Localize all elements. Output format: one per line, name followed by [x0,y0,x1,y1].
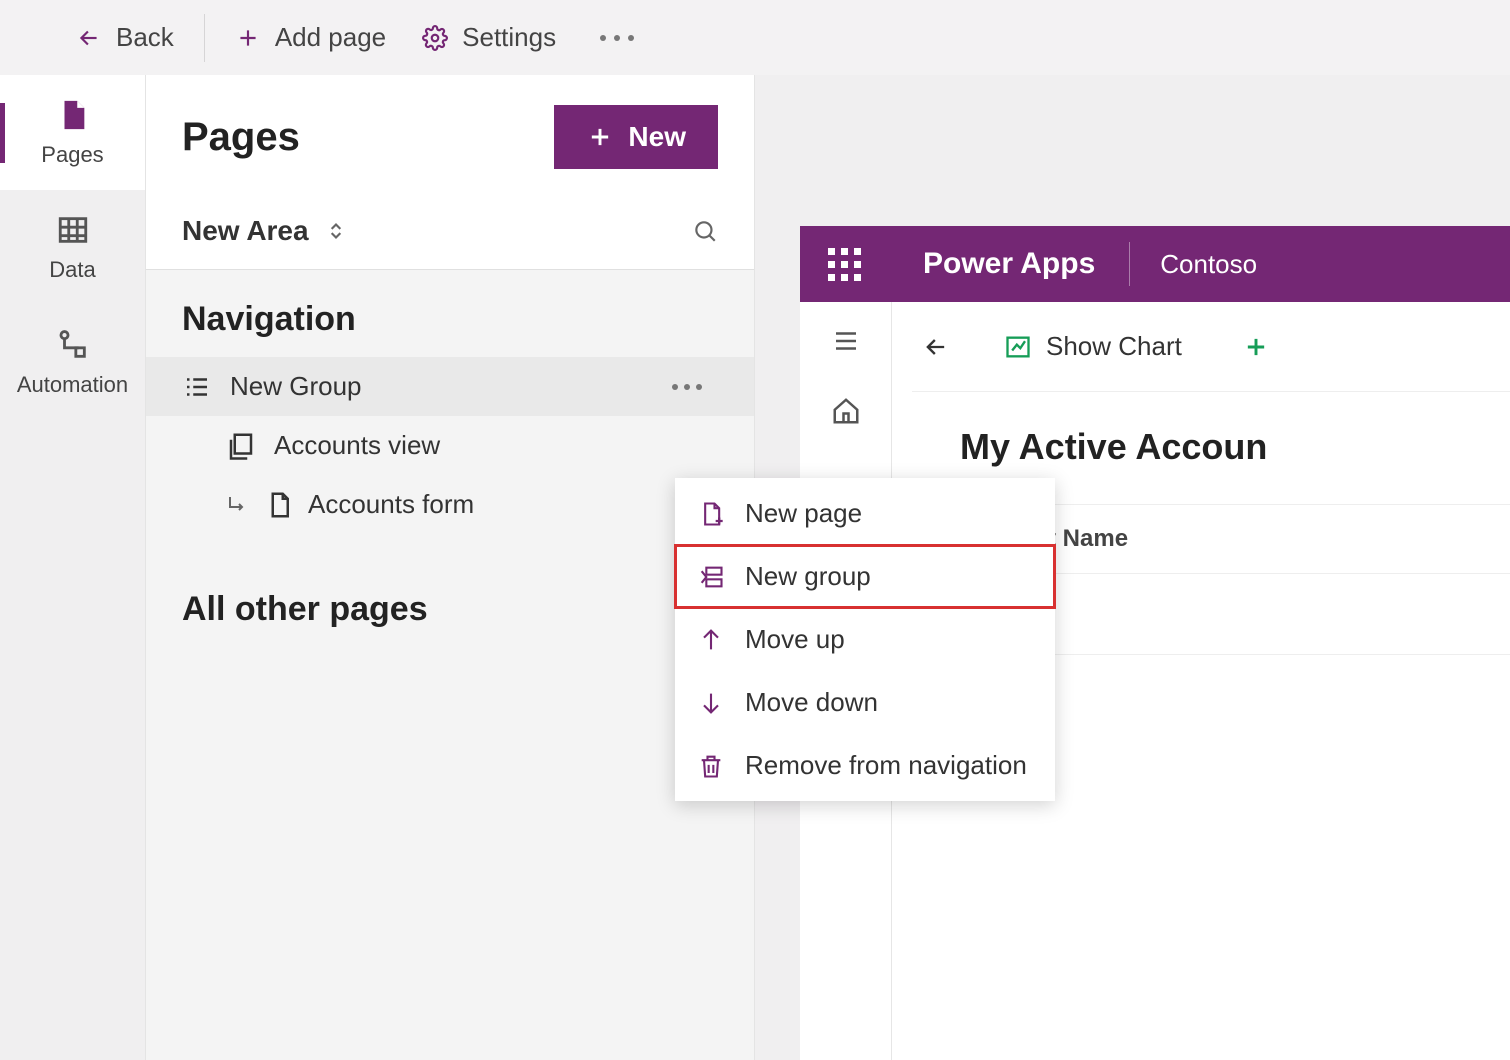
app-launcher-icon[interactable] [800,248,889,281]
chart-icon [1004,333,1032,361]
navigation-heading: Navigation [146,270,754,357]
arrow-up-icon [697,626,725,654]
ctx-remove[interactable]: Remove from navigation [675,734,1055,797]
panel-header: Pages New [146,75,754,193]
settings-label: Settings [462,22,556,53]
ctx-label: New group [745,561,871,592]
ctx-label: Move up [745,624,845,655]
show-chart-label: Show Chart [1046,331,1182,362]
nav-group[interactable]: New Group [146,357,754,416]
area-name: New Area [182,215,309,247]
stacked-page-icon [226,431,256,461]
plus-icon [586,123,614,151]
add-icon[interactable] [1242,333,1270,361]
group-label: New Group [230,371,362,402]
nav-item-accounts-form[interactable]: Accounts form [146,475,754,534]
ctx-move-up[interactable]: Move up [675,608,1055,671]
show-chart-button[interactable]: Show Chart [1004,331,1182,362]
all-other-heading: All other pages [146,534,754,647]
ctx-label: Remove from navigation [745,750,1027,781]
gear-icon [422,25,448,51]
area-selector[interactable]: New Area [146,193,754,270]
left-rail: Pages Data Automation [0,75,145,420]
add-page-label: Add page [275,22,386,53]
new-button[interactable]: New [554,105,718,169]
panel-title: Pages [182,115,300,160]
new-btn-label: New [628,121,686,153]
rail-automation[interactable]: Automation [0,305,145,420]
app-title: Power Apps [889,247,1129,281]
plus-icon [235,25,261,51]
subitem-arrow-icon [226,493,250,517]
more-button[interactable] [600,35,634,41]
sort-icon [323,218,349,244]
top-toolbar: Back Add page Settings [0,0,1510,75]
rail-data[interactable]: Data [0,190,145,305]
back-arrow-icon[interactable] [922,333,950,361]
rail-data-label: Data [49,257,95,283]
group-more-button[interactable] [672,384,718,390]
nav-item-label: Accounts form [308,489,474,520]
ctx-new-group[interactable]: New group [675,545,1055,608]
ctx-new-page[interactable]: New page [675,482,1055,545]
rail-pages[interactable]: Pages [0,75,145,190]
add-page-button[interactable]: Add page [219,14,402,61]
table-icon [56,213,90,247]
rail-pages-label: Pages [41,142,103,168]
arrow-down-icon [697,689,725,717]
preview-topbar: Power Apps Contoso [800,226,1510,302]
search-icon[interactable] [692,218,718,244]
ctx-label: Move down [745,687,878,718]
page-outline-icon [264,490,294,520]
rail-automation-label: Automation [17,372,128,398]
new-page-icon [697,500,725,528]
nav-item-accounts-view[interactable]: Accounts view [146,416,754,475]
flow-icon [56,328,90,362]
separator [204,14,205,62]
back-label: Back [116,22,174,53]
new-group-icon [697,563,725,591]
nav-item-label: Accounts view [274,430,440,461]
environment-name: Contoso [1130,249,1287,280]
home-icon[interactable] [831,396,861,426]
context-menu: New page New group Move up Move down Rem… [675,478,1055,801]
list-icon [182,372,212,402]
preview-toolbar: Show Chart [912,302,1510,392]
settings-button[interactable]: Settings [406,14,572,61]
arrow-left-icon [76,25,102,51]
hamburger-icon[interactable] [831,326,861,356]
back-button[interactable]: Back [60,14,190,61]
trash-icon [697,752,725,780]
ctx-move-down[interactable]: Move down [675,671,1055,734]
pages-panel: Pages New New Area Navigation New Group … [145,75,755,1060]
page-icon [56,98,90,132]
ctx-label: New page [745,498,862,529]
